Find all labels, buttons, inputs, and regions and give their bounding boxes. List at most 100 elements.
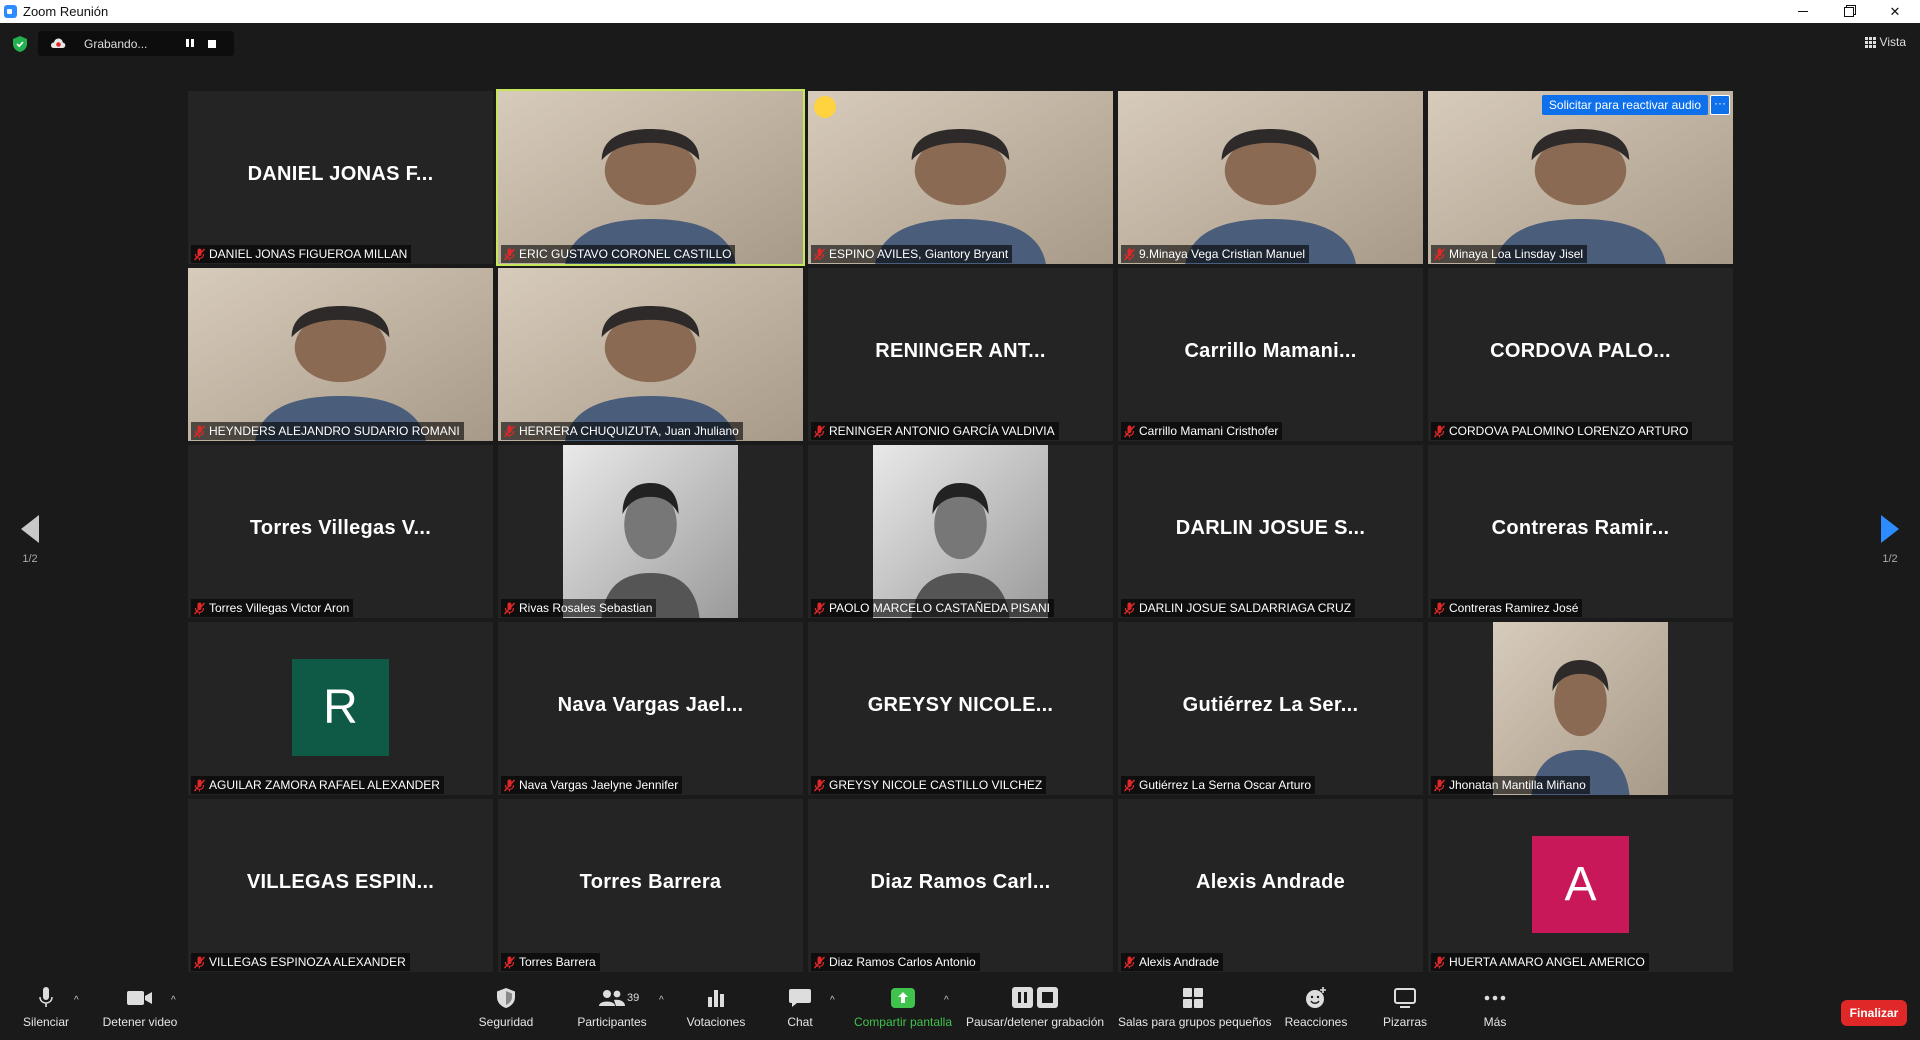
next-page-button[interactable]: 1/2	[1875, 515, 1905, 565]
bar-chart-icon	[708, 990, 724, 1007]
close-button[interactable]: ✕	[1872, 0, 1918, 23]
view-button[interactable]: Vista	[1864, 35, 1906, 49]
record-label: Pausar/detener grabación	[965, 1015, 1105, 1029]
video-tile-greysy-nicole-castillo-vilchez[interactable]: GREYSY NICOLE... GREYSY NICOLE CASTILLO V…	[808, 622, 1113, 795]
video-tile-diaz-ramos-carlos-antonio[interactable]: Diaz Ramos Carl... Diaz Ramos Carlos Anto…	[808, 799, 1113, 972]
stop-recording-icon[interactable]	[208, 40, 216, 48]
video-tile-huerta-amaro-angel-americo[interactable]: A HUERTA AMARO ANGEL AMERICO	[1428, 799, 1733, 972]
share-options-caret[interactable]: ^	[944, 995, 949, 1006]
video-tile-villegas-espinoza-alexander[interactable]: VILLEGAS ESPIN... VILLEGAS ESPINOZA ALEXA…	[188, 799, 493, 972]
whiteboards-label: Pizarras	[1382, 1015, 1427, 1029]
video-tile-darlin-josue-saldarriaga-cruz[interactable]: DARLIN JOSUE S... DARLIN JOSUE SALDARRIAG…	[1118, 445, 1423, 618]
page-indicator-right: 1/2	[1882, 553, 1898, 565]
participant-name: ESPINO AVILES, Giantory Bryant	[829, 247, 1009, 261]
participant-video	[1118, 91, 1423, 264]
video-tile-daniel-jonas-figueroa-millan[interactable]: DANIEL JONAS F... DANIEL JONAS FIGUEROA M…	[188, 91, 493, 264]
participant-display-name: Contreras Ramir...	[1491, 517, 1670, 539]
security-shield-icon	[497, 988, 515, 1008]
shield-check-icon[interactable]	[13, 36, 27, 52]
video-tile-eric-gustavo-coronel-castillo[interactable]: ERIC GUSTAVO CORONEL CASTILLO	[496, 89, 805, 266]
video-tile-contreras-ramirez-jose[interactable]: Contreras Ramir... Contreras Ramirez José	[1428, 445, 1733, 618]
video-options-caret[interactable]: ^	[171, 995, 176, 1006]
participant-name-caption: Jhonatan Mantilla Miñano	[1431, 776, 1590, 794]
window-titlebar: Zoom Reunión ✕	[0, 0, 1920, 23]
audio-options-caret[interactable]: ^	[74, 995, 79, 1006]
muted-mic-icon	[813, 602, 826, 614]
participant-name: RENINGER ANTONIO GARCÍA VALDIVIA	[829, 424, 1055, 438]
participant-name: ERIC GUSTAVO CORONEL CASTILLO	[519, 247, 732, 261]
participant-name-caption: AGUILAR ZAMORA RAFAEL ALEXANDER	[191, 776, 444, 794]
participant-display-name: Carrillo Mamani...	[1184, 340, 1357, 362]
participant-video	[188, 268, 493, 441]
muted-mic-icon	[1123, 425, 1136, 437]
participant-name: CORDOVA PALOMINO LORENZO ARTURO	[1449, 424, 1689, 438]
video-tile-torres-barrera[interactable]: Torres Barrera Torres Barrera	[498, 799, 803, 972]
video-tile-paolo-marcelo-castaneda-pisani[interactable]: PAOLO MARCELO CASTAÑEDA PISANI	[808, 445, 1113, 618]
video-tile-minaya-loa-linsday-jisel[interactable]: Solicitar para reactivar audio ··· Minaya …	[1428, 91, 1733, 264]
prev-page-button[interactable]: 1/2	[15, 515, 45, 565]
video-tile-gutierrez-la-serna-oscar-arturo[interactable]: Gutiérrez La Ser... Gutiérrez La Serna Os…	[1118, 622, 1423, 795]
participant-name-caption: GREYSY NICOLE CASTILLO VILCHEZ	[811, 776, 1047, 794]
video-tile-alexis-andrade[interactable]: Alexis Andrade Alexis Andrade	[1118, 799, 1423, 972]
muted-mic-icon	[503, 779, 516, 791]
participants-button[interactable]: Participantes	[572, 985, 652, 1029]
video-tile-jhonatan-mantilla-minano[interactable]: Jhonatan Mantilla Miñano	[1428, 622, 1733, 795]
participant-name-caption: CORDOVA PALOMINO LORENZO ARTURO	[1431, 422, 1693, 440]
participant-name-caption: HEYNDERS ALEJANDRO SUDARIO ROMANI	[191, 422, 464, 440]
record-button[interactable]: Pausar/detener grabación	[965, 985, 1105, 1029]
minimize-button[interactable]	[1780, 0, 1826, 23]
stop-video-button[interactable]: Detener video	[100, 985, 180, 1029]
arrow-right-icon	[1881, 515, 1899, 543]
video-tile-reninger-antonio-garcia-valdivia[interactable]: RENINGER ANT... RENINGER ANTONIO GARCÍA V…	[808, 268, 1113, 441]
participant-name: HEYNDERS ALEJANDRO SUDARIO ROMANI	[209, 424, 460, 438]
chat-button[interactable]: Chat	[780, 985, 820, 1029]
video-tile-aguilar-zamora-rafael-alexander[interactable]: R AGUILAR ZAMORA RAFAEL ALEXANDER	[188, 622, 493, 795]
participant-display-name: DARLIN JOSUE S...	[1175, 517, 1366, 539]
avatar: A	[1532, 836, 1629, 933]
video-tile-nava-vargas-jaelyne-jennifer[interactable]: Nava Vargas Jael... Nava Vargas Jaelyne J…	[498, 622, 803, 795]
muted-mic-icon	[503, 425, 516, 437]
participant-name: Diaz Ramos Carlos Antonio	[829, 955, 976, 969]
mute-label: Silenciar	[22, 1015, 70, 1029]
reactions-label: Reacciones	[1284, 1015, 1348, 1029]
breakout-rooms-button[interactable]: Salas para grupos pequeños	[1118, 985, 1271, 1029]
participants-options-caret[interactable]: ^	[659, 995, 664, 1006]
meeting-topbar: Grabando... Vista	[0, 23, 1920, 63]
participant-name-caption: DARLIN JOSUE SALDARRIAGA CRUZ	[1121, 599, 1356, 617]
whiteboards-button[interactable]: Pizarras	[1380, 985, 1430, 1029]
participant-name-caption: Gutiérrez La Serna Oscar Arturo	[1121, 776, 1316, 794]
pause-recording-icon[interactable]	[184, 37, 196, 49]
muted-mic-icon	[503, 248, 516, 260]
tile-more-button[interactable]: ···	[1710, 95, 1730, 115]
muted-mic-icon	[1433, 425, 1446, 437]
video-tile-espino-aviles-giantory-bryant[interactable]: ESPINO AVILES, Giantory Bryant	[808, 91, 1113, 264]
video-tile-heynders-alejandro-sudario-romani[interactable]: HEYNDERS ALEJANDRO SUDARIO ROMANI	[188, 268, 493, 441]
participant-name-caption: PAOLO MARCELO CASTAÑEDA PISANI	[811, 599, 1054, 617]
participant-name: Rivas Rosales Sebastian	[519, 601, 653, 615]
more-button[interactable]: Más	[1475, 985, 1515, 1029]
video-tile-carrillo-mamani-cristhofer[interactable]: Carrillo Mamani... Carrillo Mamani Cristh…	[1118, 268, 1423, 441]
mute-button[interactable]: Silenciar	[18, 985, 74, 1029]
security-button[interactable]: Seguridad	[475, 985, 537, 1029]
share-screen-button[interactable]: Compartir pantalla	[850, 985, 956, 1029]
video-tile-herrera-chuquizuta-juan-jhuliano[interactable]: HERRERA CHUQUIZUTA, Juan Jhuliano	[498, 268, 803, 441]
video-tile-9-minaya-vega-cristian-manuel[interactable]: 9.Minaya Vega Cristian Manuel	[1118, 91, 1423, 264]
participant-display-name: Gutiérrez La Ser...	[1182, 694, 1359, 716]
reactions-button[interactable]: Reacciones	[1284, 985, 1348, 1029]
restore-button[interactable]	[1826, 0, 1872, 23]
participant-display-name: GREYSY NICOLE...	[867, 694, 1054, 716]
video-tile-cordova-palomino-lorenzo-arturo[interactable]: CORDOVA PALO... CORDOVA PALOMINO LORENZO …	[1428, 268, 1733, 441]
muted-mic-icon	[813, 779, 826, 791]
ask-to-unmute-button[interactable]: Solicitar para reactivar audio	[1541, 95, 1708, 115]
stop-video-label: Detener video	[102, 1015, 178, 1029]
video-tile-rivas-rosales-sebastian[interactable]: Rivas Rosales Sebastian	[498, 445, 803, 618]
view-label: Vista	[1879, 35, 1906, 49]
polls-button[interactable]: Votaciones	[682, 985, 750, 1029]
end-meeting-button[interactable]: Finalizar	[1841, 1000, 1907, 1026]
participant-name-caption: RENINGER ANTONIO GARCÍA VALDIVIA	[811, 422, 1059, 440]
chat-options-caret[interactable]: ^	[830, 995, 835, 1006]
participant-display-name: DANIEL JONAS F...	[247, 163, 434, 185]
video-tile-torres-villegas-victor-aron[interactable]: Torres Villegas V... Torres Villegas Vict…	[188, 445, 493, 618]
emoji-reaction-icon	[814, 96, 836, 118]
muted-mic-icon	[503, 602, 516, 614]
